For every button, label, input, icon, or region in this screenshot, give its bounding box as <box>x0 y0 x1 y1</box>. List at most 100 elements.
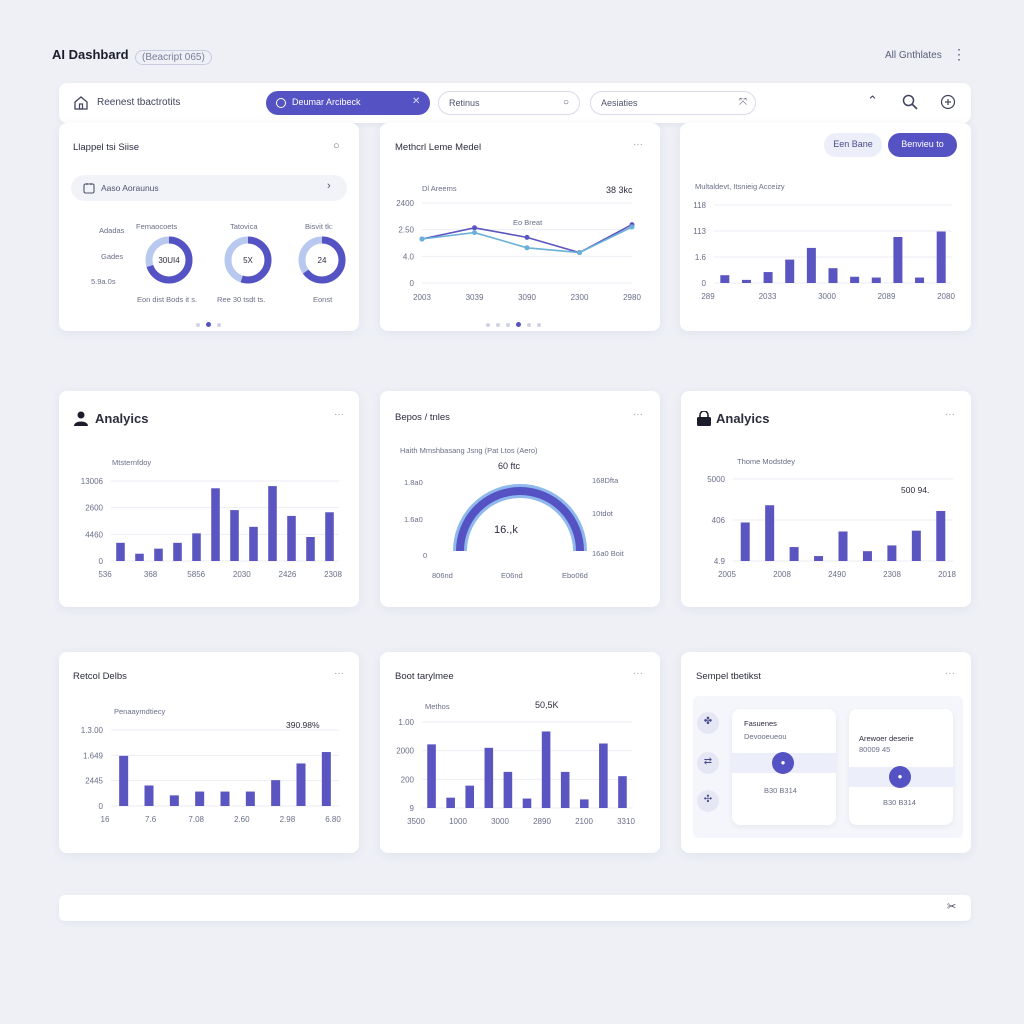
bar[interactable] <box>814 556 824 561</box>
bar[interactable] <box>541 731 551 808</box>
bar[interactable] <box>249 526 258 561</box>
bar[interactable] <box>173 542 182 561</box>
bar[interactable] <box>325 512 334 561</box>
line-point[interactable] <box>419 236 425 242</box>
filter-pill-retinus[interactable]: Retinus ○ <box>438 91 580 115</box>
line-point[interactable] <box>629 224 635 230</box>
bar[interactable] <box>484 747 494 808</box>
primary-button[interactable]: Benvieu to <box>888 133 957 157</box>
bar[interactable] <box>785 259 795 283</box>
home-icon[interactable] <box>73 95 89 111</box>
bar[interactable] <box>465 785 475 808</box>
bar[interactable] <box>296 763 306 806</box>
bar[interactable] <box>119 755 129 806</box>
x-tick-label: 2308 <box>883 570 901 579</box>
info-icon[interactable]: ○ <box>333 140 340 152</box>
bar[interactable] <box>740 522 750 561</box>
bar[interactable] <box>599 743 608 809</box>
more-icon[interactable]: ··· <box>633 668 643 679</box>
x-tick-label: 16 <box>101 815 110 824</box>
paw-icon[interactable]: ✣ <box>697 790 719 812</box>
bar[interactable] <box>427 744 436 808</box>
bar[interactable] <box>887 545 897 561</box>
bar[interactable] <box>230 510 239 561</box>
close-icon[interactable]: ✕ <box>412 96 420 107</box>
more-vertical-icon[interactable]: ⋮ <box>952 46 966 63</box>
bar[interactable] <box>806 247 816 283</box>
y-tick-label: 1.6 <box>695 253 707 262</box>
bar[interactable] <box>522 798 532 808</box>
x-tick-label: 3000 <box>818 292 836 301</box>
secondary-button[interactable]: Een Bane <box>824 133 882 157</box>
more-icon[interactable]: ··· <box>633 139 643 150</box>
chevron-right-icon[interactable]: › <box>327 180 331 192</box>
bar[interactable] <box>144 785 154 806</box>
bar[interactable] <box>936 510 946 561</box>
more-icon[interactable]: ··· <box>334 409 344 420</box>
bar[interactable] <box>618 776 627 808</box>
x-tick-label: 2490 <box>828 570 846 579</box>
bar[interactable] <box>911 530 921 561</box>
bar[interactable] <box>789 547 799 561</box>
bar[interactable] <box>579 799 589 808</box>
play-icon[interactable]: ● <box>889 766 911 788</box>
bar[interactable] <box>135 553 144 561</box>
bar[interactable] <box>915 277 925 283</box>
bar[interactable] <box>192 533 201 561</box>
pagination-dots[interactable] <box>483 314 544 332</box>
more-icon[interactable]: ··· <box>633 409 643 420</box>
bar[interactable] <box>720 275 730 283</box>
line-point[interactable] <box>472 230 477 236</box>
line-point[interactable] <box>577 250 582 256</box>
bar[interactable] <box>271 780 281 806</box>
scissors-icon[interactable]: ✂ <box>947 900 956 913</box>
puzzle-icon[interactable]: ✤ <box>697 712 719 734</box>
bar[interactable] <box>195 791 205 806</box>
more-icon[interactable]: ··· <box>334 668 344 679</box>
bar[interactable] <box>287 515 296 561</box>
bar[interactable] <box>871 277 881 283</box>
bar[interactable] <box>169 795 179 806</box>
x-tick-label: 2.60 <box>234 815 250 824</box>
more-icon[interactable]: ··· <box>945 409 955 420</box>
bar[interactable] <box>560 771 570 808</box>
bar[interactable] <box>828 268 838 283</box>
line-point[interactable] <box>524 234 530 240</box>
bar[interactable] <box>862 551 872 561</box>
bar[interactable] <box>211 488 220 561</box>
filter-pill-aesiaties[interactable]: Aesiaties ⤧ <box>590 91 756 115</box>
bar[interactable] <box>245 791 255 806</box>
line-point[interactable] <box>524 245 530 251</box>
bar[interactable] <box>763 272 773 283</box>
bar[interactable] <box>850 276 860 283</box>
lock-icon <box>697 411 711 426</box>
bar[interactable] <box>154 548 163 561</box>
primary-filter-pill[interactable]: Deumar Arcibeck ✕ <box>266 91 430 115</box>
more-icon[interactable]: ··· <box>945 668 955 679</box>
add-circle-icon[interactable] <box>940 94 956 110</box>
bar[interactable] <box>321 752 331 806</box>
bar[interactable] <box>116 542 125 561</box>
bar[interactable] <box>741 279 751 283</box>
line-point[interactable] <box>472 225 477 231</box>
bar[interactable] <box>446 797 455 808</box>
chevron-up-icon[interactable]: ⌃ <box>867 93 878 109</box>
pagination-dots[interactable] <box>193 314 224 332</box>
search-bar[interactable]: Aaso Aoraunus › <box>71 175 347 201</box>
bar[interactable] <box>893 236 903 283</box>
tile-card-1[interactable]: Fasuenes Devooeueou ● B30 B314 <box>730 709 836 825</box>
all-settings-link[interactable]: All Gnthlates <box>885 50 942 61</box>
bar[interactable] <box>936 231 946 283</box>
bar[interactable] <box>268 486 277 561</box>
pin-icon: ⤧ <box>739 97 747 108</box>
bar[interactable] <box>220 791 230 806</box>
bar[interactable] <box>838 531 848 561</box>
link-icon[interactable]: ⇄ <box>697 752 719 774</box>
bar[interactable] <box>306 537 315 561</box>
tile-card-2[interactable]: Arewoer deserie 80009 45 ● B30 B314 <box>849 709 955 825</box>
bar[interactable] <box>503 771 513 808</box>
bar[interactable] <box>765 505 775 561</box>
search-icon[interactable] <box>902 94 918 110</box>
play-icon[interactable]: ● <box>772 752 794 774</box>
gauge-bottom-tick-2: E06nd <box>501 571 523 580</box>
